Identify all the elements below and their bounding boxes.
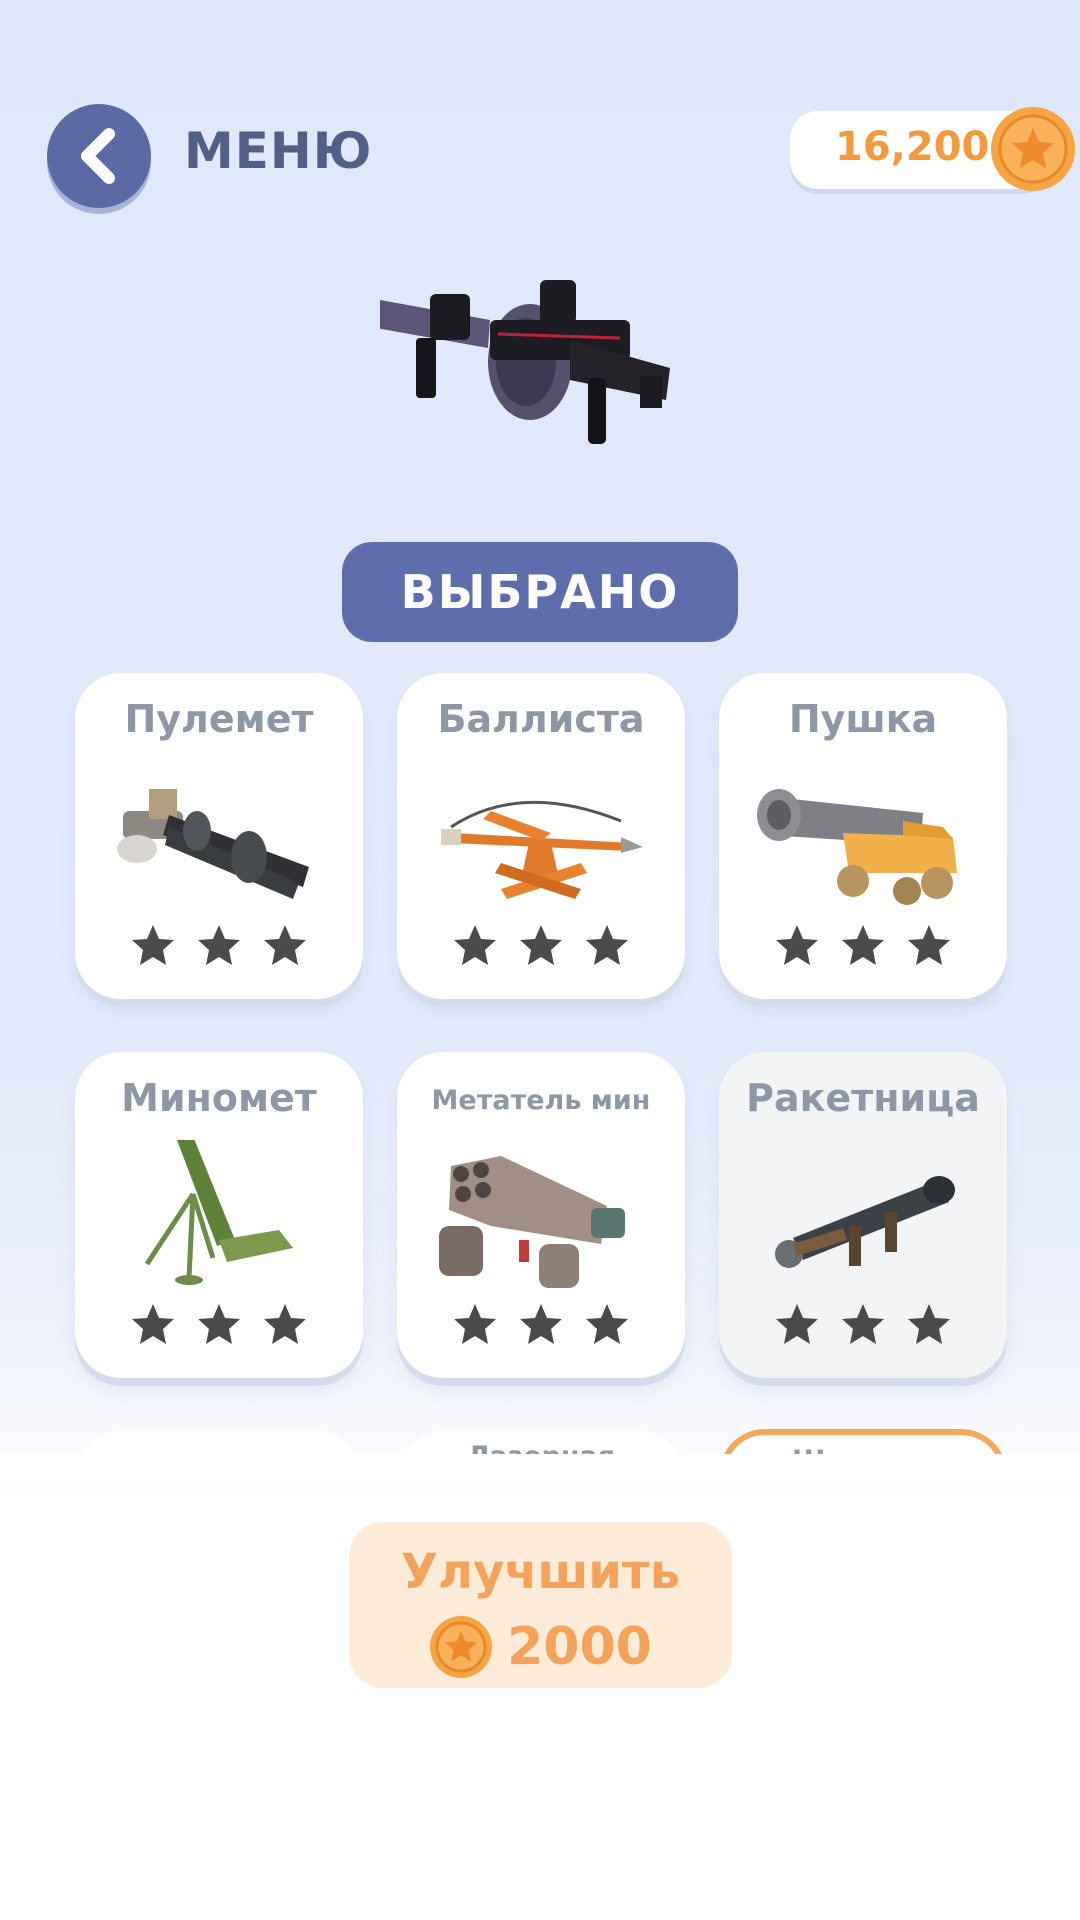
menu-label[interactable]: МЕНЮ <box>184 122 372 180</box>
weapon-name: Миномет <box>121 1076 317 1120</box>
ballista-icon <box>441 801 643 899</box>
star-rating <box>719 1302 1007 1346</box>
weapon-name: Баллиста <box>437 697 645 741</box>
star-icon <box>842 925 884 965</box>
star-icon <box>132 925 174 965</box>
upgrade-cost-row: 2000 <box>349 1615 732 1679</box>
star-rating <box>397 1302 685 1346</box>
star-icon <box>198 925 240 965</box>
star-icon <box>908 1304 950 1344</box>
mortar-icon <box>144 1140 293 1285</box>
weapon-card-ballista[interactable]: Баллиста <box>397 673 685 999</box>
grenade-launcher-icon <box>380 280 670 444</box>
upgrade-label: Улучшить <box>400 1544 681 1600</box>
star-icon <box>908 925 950 965</box>
star-icon <box>264 1304 306 1344</box>
partial-card-row: Лазерная Шаровая <box>0 1425 1080 1454</box>
weapon-name: Пулемет <box>124 697 314 741</box>
selected-badge: ВЫБРАНО <box>342 542 738 642</box>
mine-launcher-icon <box>439 1156 625 1288</box>
star-icon <box>520 925 562 965</box>
weapon-card-partial[interactable]: Лазерная <box>397 1431 685 1454</box>
chevron-left-icon <box>81 128 115 184</box>
star-icon <box>776 1304 818 1344</box>
star-icon <box>454 925 496 965</box>
weapon-card-cannon[interactable]: Пушка <box>719 673 1007 999</box>
rocket-launcher-icon <box>775 1176 955 1268</box>
star-icon <box>842 1304 884 1344</box>
minigun-icon <box>117 789 309 899</box>
star-icon <box>586 925 628 965</box>
weapon-card-mortar[interactable]: Миномет <box>75 1052 363 1378</box>
star-rating <box>397 923 685 967</box>
cannon-icon <box>757 789 957 905</box>
back-button[interactable] <box>47 104 151 208</box>
coin-star-icon <box>991 107 1075 191</box>
weapon-card-partial[interactable] <box>75 1431 363 1454</box>
weapon-card-rocket-launcher[interactable]: Ракетница <box>719 1052 1007 1378</box>
upgrade-cost: 2000 <box>507 1617 652 1677</box>
star-rating <box>75 1302 363 1346</box>
star-rating <box>719 923 1007 967</box>
star-icon <box>264 925 306 965</box>
coin-balance: 16,200 <box>835 124 990 170</box>
star-icon <box>198 1304 240 1344</box>
star-rating <box>75 923 363 967</box>
coin-star-icon <box>430 1616 493 1678</box>
weapon-name: Метатель мин <box>431 1085 651 1116</box>
scroll-fade <box>0 1454 1080 1484</box>
star-icon <box>454 1304 496 1344</box>
weapon-card-mine-launcher[interactable]: Метатель мин <box>397 1052 685 1378</box>
weapon-card-partial-highlighted[interactable]: Шаровая <box>719 1429 1007 1454</box>
upgrade-button[interactable]: Улучшить 2000 <box>349 1522 732 1688</box>
weapon-name: Ракетница <box>746 1076 980 1120</box>
star-icon <box>132 1304 174 1344</box>
weapon-card-minigun[interactable]: Пулемет <box>75 673 363 999</box>
star-icon <box>520 1304 562 1344</box>
star-icon <box>776 925 818 965</box>
weapon-name: Шаровая <box>725 1445 1001 1454</box>
weapon-name: Лазерная <box>397 1441 685 1454</box>
star-icon <box>586 1304 628 1344</box>
weapon-name: Пушка <box>788 697 938 741</box>
